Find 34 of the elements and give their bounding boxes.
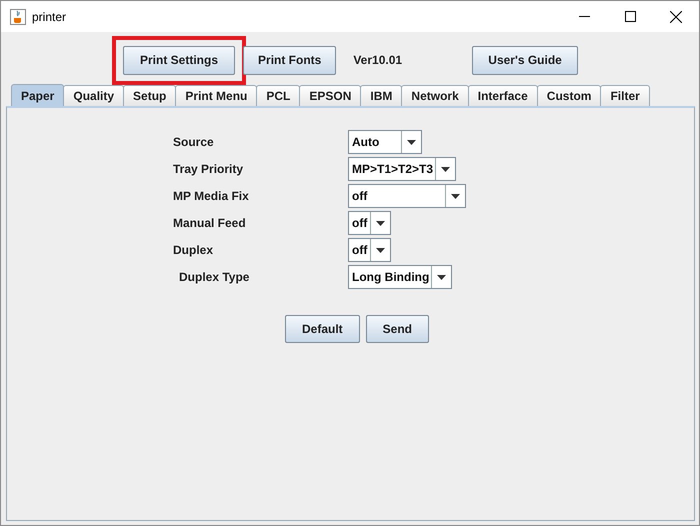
dropdown[interactable]: Auto xyxy=(348,130,422,154)
setting-label: Source xyxy=(173,134,215,148)
tab[interactable]: Print Menu xyxy=(175,85,258,106)
print-settings-button[interactable]: Print Settings xyxy=(123,46,236,74)
setting-label: Manual Feed xyxy=(173,216,247,230)
tab[interactable]: IBM xyxy=(360,85,402,106)
tab[interactable]: Setup xyxy=(123,85,176,106)
dropdown[interactable]: Long Binding xyxy=(348,264,452,288)
tab[interactable]: Custom xyxy=(536,85,602,106)
tab[interactable]: PCL xyxy=(256,85,300,106)
send-button[interactable]: Send xyxy=(366,315,430,343)
setting-label: Duplex Type xyxy=(178,270,250,284)
tab[interactable]: Paper xyxy=(11,84,64,106)
tab[interactable]: Filter xyxy=(600,85,650,106)
tab[interactable]: Quality xyxy=(63,85,124,106)
setting-label: Duplex xyxy=(173,242,214,256)
minimize-icon[interactable] xyxy=(578,16,590,17)
tab[interactable]: EPSON xyxy=(299,85,362,106)
tab[interactable]: Network xyxy=(401,85,469,106)
maximize-icon[interactable] xyxy=(624,11,636,22)
setting-label: MP Media Fix xyxy=(173,188,250,202)
dropdown[interactable]: off xyxy=(348,238,391,262)
users-guide-button[interactable]: User's Guide xyxy=(472,46,578,74)
dropdown[interactable]: off xyxy=(348,210,391,234)
version-label: Ver10.01 xyxy=(353,53,402,67)
window-title: printer xyxy=(32,10,68,24)
dropdown[interactable]: off xyxy=(348,184,466,208)
print-fonts-button[interactable]: Print Fonts xyxy=(243,46,336,74)
dropdown[interactable]: MP>T1>T2>T3 xyxy=(348,156,456,180)
default-button[interactable]: Default xyxy=(285,315,360,343)
tab[interactable]: Interface xyxy=(468,85,538,106)
java-cup-icon xyxy=(10,8,26,24)
close-icon[interactable] xyxy=(670,10,682,22)
setting-label: Tray Priority xyxy=(173,162,244,176)
